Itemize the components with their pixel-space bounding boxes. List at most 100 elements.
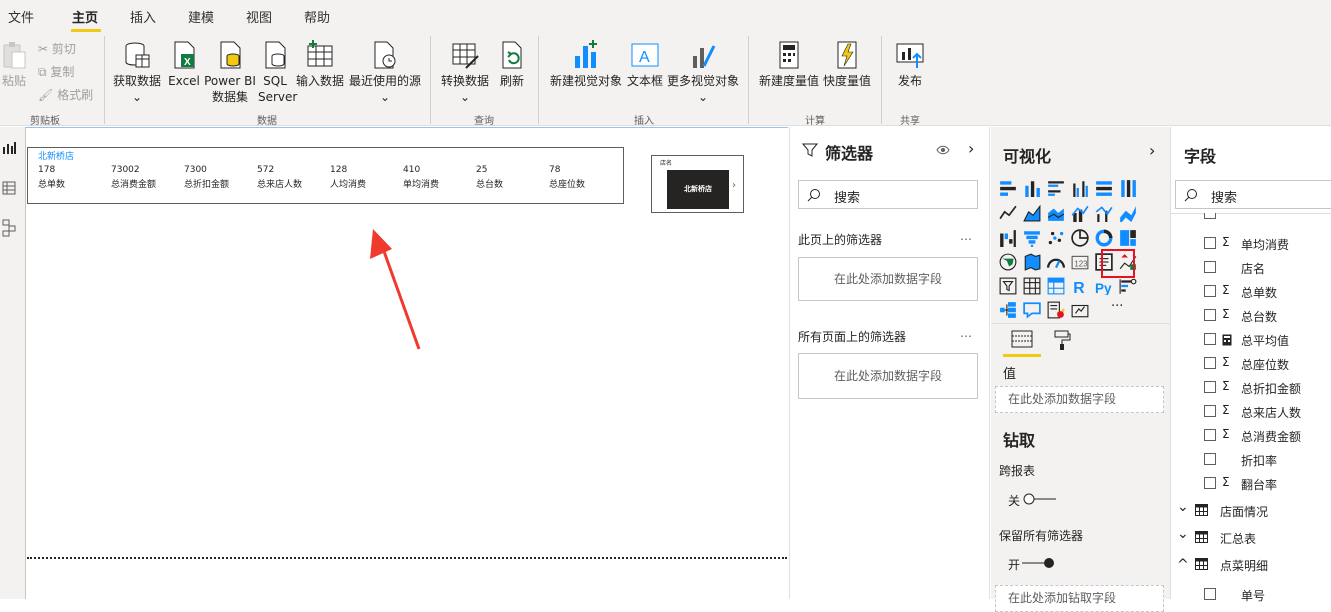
- data-view-icon[interactable]: [2, 181, 16, 195]
- more-visuals-button[interactable]: 更多视觉对象 ⌄: [665, 40, 741, 105]
- chevron-down-icon[interactable]: ⌄: [1177, 526, 1189, 542]
- field-checkbox[interactable]: [1204, 357, 1216, 369]
- eye-icon[interactable]: [936, 144, 950, 156]
- fields-search-input[interactable]: 搜索: [1175, 180, 1331, 209]
- fields-well-icon[interactable]: [1011, 329, 1033, 349]
- stacked-bar-icon[interactable]: [999, 179, 1017, 197]
- paginated-report-icon[interactable]: [1071, 301, 1089, 319]
- more-options-icon[interactable]: …: [960, 326, 972, 340]
- collapse-chevron-icon[interactable]: ›: [1149, 141, 1155, 160]
- model-view-icon[interactable]: [2, 219, 16, 237]
- scatter-icon[interactable]: [1047, 229, 1065, 247]
- field-item[interactable]: Σ 总单数: [1171, 280, 1331, 304]
- quick-measure-button[interactable]: 快度量值: [822, 40, 872, 89]
- get-data-button[interactable]: 获取数据 ⌄: [111, 40, 163, 105]
- field-item[interactable]: Σ 总座位数: [1171, 352, 1331, 376]
- power-bi-dataset-button[interactable]: Power BI 数据集: [204, 40, 256, 105]
- format-painter-button[interactable]: 🖌 格式刷: [38, 87, 93, 103]
- field-checkbox[interactable]: [1204, 588, 1216, 600]
- field-checkbox[interactable]: [1204, 309, 1216, 321]
- line-column-icon[interactable]: [1071, 204, 1089, 222]
- line-chart-icon[interactable]: [999, 204, 1017, 222]
- stacked-area-icon[interactable]: [1047, 204, 1065, 222]
- menu-modeling[interactable]: 建模: [188, 7, 214, 26]
- field-checkbox[interactable]: [1204, 381, 1216, 393]
- filters-search-input[interactable]: 搜索: [798, 180, 978, 209]
- paste-button[interactable]: 粘贴: [0, 40, 28, 89]
- key-influencers-icon[interactable]: [1119, 277, 1137, 295]
- field-item[interactable]: Σ 总来店人数: [1171, 400, 1331, 424]
- smart-narrative-icon[interactable]: [1047, 301, 1065, 319]
- funnel-icon[interactable]: [1023, 229, 1041, 247]
- cross-report-toggle[interactable]: [1022, 493, 1056, 505]
- field-item[interactable]: Σ 翻台率: [1171, 472, 1331, 496]
- report-view-icon[interactable]: [2, 141, 16, 155]
- ribbon-chart-icon[interactable]: [1119, 204, 1137, 222]
- field-item-order-no[interactable]: 单号: [1171, 583, 1331, 607]
- sql-server-button[interactable]: SQL Server: [258, 40, 297, 105]
- field-item[interactable]: 店名: [1171, 256, 1331, 280]
- stacked-column-icon[interactable]: [1023, 179, 1041, 197]
- r-visual-icon[interactable]: R: [1071, 277, 1089, 295]
- report-canvas[interactable]: 北新桥店 178 总单数 73002 总消费金额 7300 总折扣金额 572 总来店人数 12…: [25, 127, 788, 599]
- field-checkbox[interactable]: [1204, 237, 1216, 249]
- transform-data-button[interactable]: 转换数据 ⌄: [438, 40, 492, 105]
- field-item[interactable]: 总平均值: [1171, 328, 1331, 352]
- copy-button[interactable]: ⧉ 复制: [38, 64, 74, 80]
- table-item[interactable]: ⌄ 店面情况: [1171, 499, 1331, 523]
- qa-icon[interactable]: [1023, 301, 1041, 319]
- field-checkbox[interactable]: [1204, 429, 1216, 441]
- values-dropzone[interactable]: 在此处添加数据字段: [995, 386, 1164, 413]
- textbox-button[interactable]: A 文本框: [626, 40, 664, 89]
- table-item[interactable]: ⌄ 汇总表: [1171, 526, 1331, 550]
- card-icon[interactable]: 123: [1071, 253, 1089, 271]
- metrics-table-visual[interactable]: 北新桥店 178 总单数 73002 总消费金额 7300 总折扣金额 572 总来店人数 12…: [27, 147, 624, 204]
- map-icon[interactable]: [999, 253, 1017, 271]
- chevron-up-icon[interactable]: ^: [1177, 557, 1189, 573]
- all-pages-filters-dropzone[interactable]: 在此处添加数据字段: [798, 353, 978, 399]
- gauge-icon[interactable]: [1047, 253, 1065, 271]
- 100-bar-icon[interactable]: [1095, 179, 1113, 197]
- new-visual-button[interactable]: 新建视觉对象: [548, 40, 624, 89]
- field-checkbox[interactable]: [1204, 477, 1216, 489]
- field-item[interactable]: Σ 单均消费: [1171, 232, 1331, 256]
- excel-button[interactable]: X Excel: [168, 40, 200, 89]
- paint-roller-icon[interactable]: [1053, 329, 1071, 351]
- refresh-button[interactable]: 刷新: [496, 40, 528, 89]
- menu-view[interactable]: 视图: [246, 7, 272, 26]
- menu-help[interactable]: 帮助: [304, 7, 330, 26]
- decomposition-tree-icon[interactable]: [999, 301, 1017, 319]
- slicer-tile-store[interactable]: 北新桥店: [667, 170, 729, 209]
- field-item[interactable]: Σ 总台数: [1171, 304, 1331, 328]
- more-options-icon[interactable]: …: [960, 229, 972, 243]
- store-slicer[interactable]: 店名 北新桥店 ›: [651, 155, 744, 213]
- more-visuals-icon[interactable]: ···: [1111, 299, 1123, 314]
- menu-file[interactable]: 文件: [8, 7, 34, 26]
- field-item[interactable]: Σ 总折扣金额: [1171, 376, 1331, 400]
- new-measure-button[interactable]: 新建度量值: [756, 40, 822, 89]
- area-chart-icon[interactable]: [1023, 204, 1041, 222]
- menu-home[interactable]: 主页: [72, 7, 98, 26]
- keep-filters-toggle[interactable]: [1022, 557, 1056, 569]
- field-item[interactable]: Σ 总消费金额: [1171, 424, 1331, 448]
- chevron-down-icon[interactable]: ⌄: [1177, 499, 1189, 515]
- table-item[interactable]: ^ 点菜明细: [1171, 553, 1331, 577]
- pie-chart-icon[interactable]: [1071, 229, 1089, 247]
- page-filters-dropzone[interactable]: 在此处添加数据字段: [798, 257, 978, 301]
- field-checkbox[interactable]: [1204, 261, 1216, 273]
- field-checkbox[interactable]: [1204, 213, 1216, 219]
- cut-button[interactable]: ✂ 剪切: [38, 41, 76, 57]
- line-clustered-icon[interactable]: [1095, 204, 1113, 222]
- chevron-right-icon[interactable]: ›: [732, 180, 736, 191]
- donut-chart-icon[interactable]: [1095, 229, 1113, 247]
- menu-insert[interactable]: 插入: [130, 7, 156, 26]
- waterfall-icon[interactable]: [999, 229, 1017, 247]
- clustered-column-icon[interactable]: [1071, 179, 1089, 197]
- field-checkbox[interactable]: [1204, 333, 1216, 345]
- 100-column-icon[interactable]: [1119, 179, 1137, 197]
- python-visual-icon[interactable]: Py: [1095, 277, 1113, 295]
- slicer-icon[interactable]: [999, 277, 1017, 295]
- table-icon[interactable]: [1023, 277, 1041, 295]
- field-item[interactable]: 折扣率: [1171, 448, 1331, 472]
- recent-sources-button[interactable]: 最近使用的源 ⌄: [347, 40, 423, 105]
